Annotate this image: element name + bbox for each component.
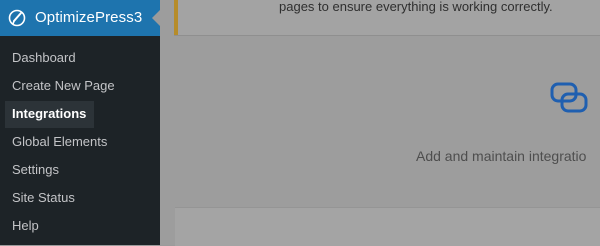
plugin-menu-header[interactable]: OptimizePress3 xyxy=(0,0,160,36)
submenu-item-label: Help xyxy=(12,218,39,233)
admin-sidebar: OptimizePress3 Dashboard Create New Page… xyxy=(0,0,160,245)
submenu-item-integrations[interactable]: Integrations xyxy=(0,100,160,128)
content-card xyxy=(175,207,600,246)
integrations-description: Add and maintain integratio xyxy=(416,148,587,164)
admin-notice: pages to ensure everything is working co… xyxy=(174,0,600,35)
submenu-item-settings[interactable]: Settings xyxy=(0,156,160,184)
notice-divider xyxy=(174,35,600,36)
submenu-item-label: Integrations xyxy=(12,106,87,121)
optimizepress-logo-icon xyxy=(8,9,26,27)
current-menu-arrow xyxy=(152,10,160,26)
submenu-item-label: Settings xyxy=(12,162,59,177)
submenu-item-label: Site Status xyxy=(12,190,75,205)
submenu-item-label: Create New Page xyxy=(12,78,115,93)
submenu-item-site-status[interactable]: Site Status xyxy=(0,184,160,212)
submenu-item-dashboard[interactable]: Dashboard xyxy=(0,44,160,72)
integrations-icon xyxy=(550,82,588,113)
submenu-item-label: Global Elements xyxy=(12,134,108,149)
submenu-item-label: Dashboard xyxy=(12,50,76,65)
plugin-menu-title: OptimizePress3 xyxy=(35,9,143,26)
submenu-item-global-elements[interactable]: Global Elements xyxy=(0,128,160,156)
submenu-item-help[interactable]: Help xyxy=(0,212,160,240)
main-content: pages to ensure everything is working co… xyxy=(160,0,600,246)
plugin-submenu: Dashboard Create New Page Integrations G… xyxy=(0,44,160,240)
notice-text: pages to ensure everything is working co… xyxy=(279,0,553,14)
submenu-item-create-new-page[interactable]: Create New Page xyxy=(0,72,160,100)
